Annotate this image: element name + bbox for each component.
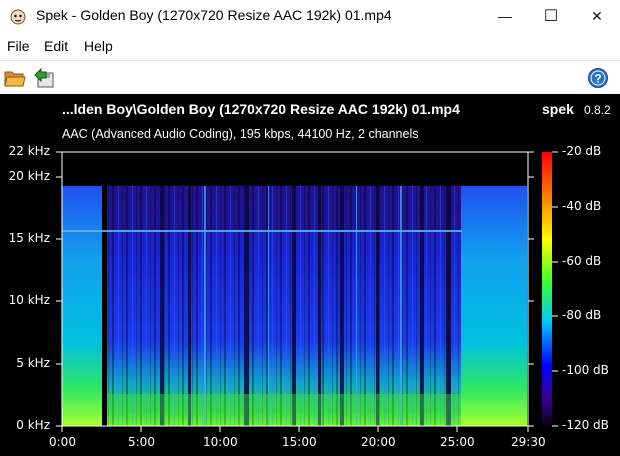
svg-text:?: ?: [594, 72, 601, 86]
minimize-button[interactable]: —: [482, 0, 528, 32]
outro-segment: [461, 186, 527, 426]
time-label-20: 20:00: [361, 435, 396, 449]
time-label-end: 29:30: [511, 435, 546, 449]
maximize-button[interactable]: ☐: [528, 0, 574, 32]
menu-bar: File Edit Help: [0, 34, 620, 58]
db-label-40: -40 dB: [562, 199, 602, 213]
menu-help[interactable]: Help: [84, 38, 113, 54]
freq-label-10: 10 kHz: [8, 293, 50, 307]
freq-label-0: 0 kHz: [16, 418, 50, 432]
x-ticks: [61, 426, 529, 432]
freq-label-20: 20 kHz: [8, 169, 50, 183]
freq-label-15: 15 kHz: [8, 231, 50, 245]
freq-label-22: 22 kHz: [8, 144, 50, 158]
low-frequency-band: [107, 394, 461, 426]
freq-label-5: 5 kHz: [16, 356, 50, 370]
intro-segment: [62, 186, 102, 426]
title-bar: Spek - Golden Boy (1270x720 Resize AAC 1…: [0, 0, 620, 32]
db-label-60: -60 dB: [562, 254, 602, 268]
db-label-20: -20 dB: [562, 144, 602, 158]
db-label-100: -100 dB: [562, 363, 609, 377]
spectrogram-viewer: ...lden Boy\Golden Boy (1270x720 Resize …: [0, 94, 620, 456]
time-label-5: 5:00: [128, 435, 155, 449]
close-button[interactable]: ✕: [574, 0, 620, 32]
help-icon[interactable]: ?: [587, 67, 609, 89]
spek-app-icon: [10, 9, 26, 25]
menu-edit[interactable]: Edit: [44, 38, 68, 54]
menu-file[interactable]: File: [7, 38, 30, 54]
time-label-0: 0:00: [49, 435, 76, 449]
legend-ticks: [552, 151, 558, 427]
spectrogram-graphics: [56, 151, 558, 432]
time-label-10: 10:00: [203, 435, 238, 449]
time-label-25: 25:00: [440, 435, 475, 449]
time-label-15: 15:00: [282, 435, 317, 449]
db-label-80: -80 dB: [562, 308, 602, 322]
toolbar: ?: [0, 60, 620, 95]
window-title: Spek - Golden Boy (1270x720 Resize AAC 1…: [36, 7, 392, 23]
folder-open-icon[interactable]: [4, 67, 26, 89]
db-color-legend: [542, 152, 552, 426]
save-icon[interactable]: [33, 67, 55, 89]
db-label-120: -120 dB: [562, 418, 609, 432]
tone-line: [62, 230, 462, 232]
